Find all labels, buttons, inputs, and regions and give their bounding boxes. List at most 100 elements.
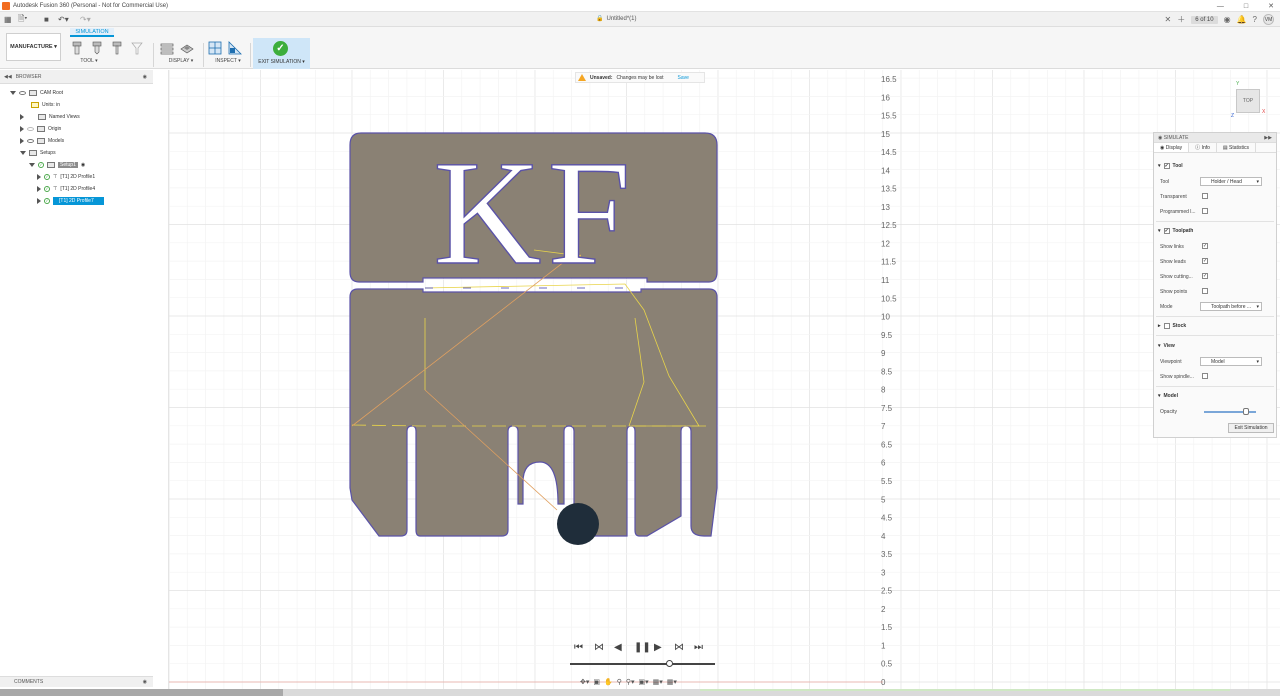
comments-pin-icon[interactable]: ◉ (143, 677, 147, 688)
toolpath-section-checkbox[interactable]: ✓ (1163, 228, 1170, 234)
section-tool[interactable]: ▾ ✓ Tool (1158, 163, 1183, 169)
new-tab-icon[interactable]: ＋ (1177, 14, 1185, 25)
tool-shape-icon[interactable] (130, 41, 144, 55)
drill-icon[interactable] (90, 41, 104, 55)
graphics-canvas[interactable]: KF 16.5 16 15.5 15 14.5 14 13.5 13 12.5 12 11.5 11 1… (168, 70, 1280, 690)
tree-node-units[interactable]: Units: in (31, 99, 60, 110)
section-toolpath[interactable]: ▾ ✓ Toolpath (1158, 228, 1193, 234)
expand-icon[interactable] (37, 173, 41, 180)
section-view[interactable]: ▾ View (1158, 343, 1175, 349)
tree-node-profile7[interactable]: ✓ [T1] 2D Profile7 (37, 195, 104, 206)
section-analysis-icon[interactable] (208, 41, 222, 55)
tool-group[interactable]: TOOL ▾ (68, 39, 150, 67)
collapse-browser-icon[interactable]: ◀◀ (4, 74, 12, 80)
horizontal-scrollbar[interactable] (0, 689, 283, 696)
orbit-icon[interactable]: ✥▾ (580, 678, 589, 686)
previous-operation-icon[interactable]: ⋈ (594, 642, 604, 653)
show-cutting-checkbox[interactable]: ✓ (1202, 273, 1208, 279)
tab-display[interactable]: ◉ Display (1154, 143, 1190, 152)
tree-node-profile4[interactable]: ✓ ⊤ [T1] 2D Profile4 (37, 183, 95, 194)
viewpoint-dropdown[interactable]: Model (1200, 357, 1262, 366)
go-to-start-icon[interactable]: ⏮ (574, 642, 583, 653)
section-stock[interactable]: ▸ Stock (1158, 323, 1186, 329)
measure-icon[interactable] (228, 41, 242, 55)
show-points-checkbox[interactable] (1202, 288, 1208, 294)
next-operation-icon[interactable]: ⋈ (674, 642, 684, 653)
transparent-checkbox[interactable] (1202, 193, 1208, 199)
tab-statistics[interactable]: ▤ Statistics (1217, 143, 1257, 152)
activate-icon[interactable]: ◉ (81, 162, 85, 168)
tree-node-models[interactable]: Models (20, 135, 64, 146)
expand-icon[interactable] (10, 90, 16, 95)
display-group[interactable]: DISPLAY ▾ (160, 39, 202, 67)
expand-icon[interactable] (20, 150, 26, 155)
expand-icon[interactable] (37, 185, 41, 192)
show-links-checkbox[interactable]: ✓ (1202, 243, 1208, 249)
grid-menu-icon[interactable]: ▦ (4, 14, 12, 25)
end-mill-icon[interactable] (70, 41, 84, 55)
display-group-label[interactable]: DISPLAY ▾ (160, 58, 202, 64)
inspect-group[interactable]: INSPECT ▾ (206, 39, 250, 67)
viewports-icon[interactable]: ▦▾ (667, 678, 677, 686)
visibility-icon[interactable] (19, 90, 26, 95)
expand-icon[interactable] (20, 137, 24, 144)
expand-panel-icon[interactable]: ▶▶ (1264, 133, 1272, 143)
timeline-thumb[interactable] (665, 660, 673, 667)
holder-icon[interactable] (110, 41, 124, 55)
step-back-icon[interactable]: ◀ (614, 642, 622, 653)
inspect-group-label[interactable]: INSPECT ▾ (206, 58, 250, 64)
document-tab[interactable]: 🔒 Untitled*(1) (596, 15, 637, 23)
tree-node-profile1[interactable]: ✓ ⊤ [T1] 2D Profile1 (37, 171, 95, 182)
timeline-slider[interactable] (570, 663, 715, 665)
mode-dropdown[interactable]: Toolpath before ... (1200, 302, 1262, 311)
minimize-icon[interactable]: — (1217, 3, 1224, 10)
stock-display-icon[interactable] (180, 41, 194, 55)
tab-simulation[interactable]: SIMULATION (70, 28, 114, 37)
layers-icon[interactable] (160, 41, 174, 55)
section-model[interactable]: ▾ Model (1158, 393, 1178, 399)
visibility-icon[interactable] (27, 126, 34, 131)
exit-simulation-panel-button[interactable]: Exit Simulation (1228, 423, 1274, 433)
tree-node-cam-root[interactable]: CAM Root (10, 87, 63, 98)
undo-icon[interactable]: ↶▾ (58, 14, 69, 25)
exit-simulation-button[interactable]: ✓ EXIT SIMULATION ▾ (253, 38, 310, 69)
pause-icon[interactable]: ❚❚ (634, 642, 651, 653)
stock-section-checkbox[interactable] (1163, 323, 1170, 329)
close-icon[interactable]: ✕ (1268, 2, 1274, 10)
show-leads-checkbox[interactable]: ✓ (1202, 258, 1208, 264)
opacity-slider-thumb[interactable] (1242, 408, 1249, 415)
view-cube[interactable]: TOP (1236, 89, 1260, 113)
expand-icon[interactable] (37, 197, 41, 204)
file-menu-icon[interactable]: 🗎▾ (18, 14, 27, 25)
close-tab-icon[interactable]: ✕ (1165, 15, 1172, 24)
redo-icon[interactable]: ↷▾ (80, 14, 91, 25)
show-spindle-checkbox[interactable] (1202, 373, 1208, 379)
extensions-icon[interactable]: ◉ (1224, 15, 1231, 24)
grid-settings-icon[interactable]: ▦▾ (653, 678, 663, 686)
view-cube-face[interactable]: TOP (1243, 98, 1253, 104)
expand-icon[interactable] (20, 125, 24, 132)
comments-panel[interactable]: COMMENTS ◉ (0, 676, 153, 687)
look-at-icon[interactable]: ▣ (593, 678, 600, 686)
maximize-icon[interactable]: □ (1244, 3, 1248, 10)
step-forward-icon[interactable]: ▶ (654, 642, 662, 653)
tab-info[interactable]: ⓘ Info (1189, 143, 1217, 152)
tool-group-label[interactable]: TOOL ▾ (28, 58, 150, 64)
save-icon[interactable]: ■ (44, 14, 49, 25)
tree-node-setup1[interactable]: ✓ Setup1 ◉ (29, 159, 85, 170)
tree-node-named-views[interactable]: Named Views (20, 111, 80, 122)
zoom-icon[interactable]: ⚲ (617, 678, 622, 686)
tool-dropdown[interactable]: Holder / Head (1200, 177, 1262, 186)
display-settings-icon[interactable]: ▣▾ (639, 678, 649, 686)
expand-icon[interactable] (29, 162, 35, 167)
avatar[interactable]: VM (1263, 14, 1274, 25)
pan-icon[interactable]: ✋ (604, 678, 613, 686)
tree-node-origin[interactable]: Origin (20, 123, 61, 134)
notifications-icon[interactable]: 🔔 (1237, 15, 1247, 24)
help-icon[interactable]: ? (1253, 15, 1257, 24)
expand-icon[interactable] (20, 113, 24, 120)
programmed-checkbox[interactable] (1202, 208, 1208, 214)
job-status[interactable]: 6 of 10 (1191, 15, 1218, 24)
go-to-end-icon[interactable]: ⏭ (694, 642, 703, 653)
save-link[interactable]: Save (678, 75, 689, 81)
